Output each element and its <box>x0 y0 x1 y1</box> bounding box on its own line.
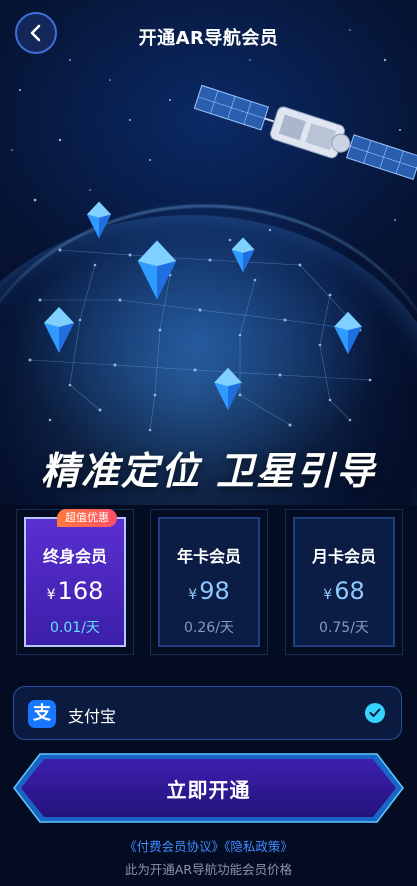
plan-card-monthly[interactable]: 月卡会员 ¥68 0.75/天 <box>285 509 403 655</box>
location-pin-icon <box>137 240 177 300</box>
price-value: 98 <box>199 577 230 605</box>
location-pin-icon <box>214 367 242 411</box>
price-value: 68 <box>334 577 365 605</box>
promo-badge: 超值优惠 <box>57 509 117 527</box>
agreement-links[interactable]: 《付费会员协议》《隐私政策》 <box>0 836 417 855</box>
currency-symbol: ¥ <box>323 587 333 603</box>
price-value: 168 <box>57 577 104 605</box>
plan-card-lifetime[interactable]: 终身会员 ¥168 0.01/天 <box>16 509 134 655</box>
plan-name: 年卡会员 <box>176 547 241 566</box>
payment-method-alipay[interactable]: 支 支付宝 <box>13 686 402 740</box>
hero-banner: 精准定位 卫星引导 <box>0 0 417 505</box>
price-footnote: 此为开通AR导航功能会员价格 <box>124 862 293 877</box>
plan-name: 月卡会员 <box>311 547 376 566</box>
plan-card-yearly[interactable]: 年卡会员 ¥98 0.26/天 <box>150 509 268 655</box>
location-pin-icon <box>334 311 362 355</box>
checkmark-icon[interactable] <box>365 703 385 723</box>
location-pin-icon <box>44 307 74 353</box>
top-bar: 开通AR导航会员 <box>0 0 417 72</box>
plan-price: ¥168 <box>26 577 124 605</box>
plan-name: 终身会员 <box>42 547 107 566</box>
currency-symbol: ¥ <box>46 587 56 603</box>
page-title: 开通AR导航会员 <box>138 28 279 49</box>
subscribe-button[interactable]: 立即开通 <box>10 750 407 826</box>
currency-symbol: ¥ <box>188 587 198 603</box>
location-pin-icon <box>231 237 255 273</box>
plan-per-day: 0.75/天 <box>319 620 369 636</box>
hero-slogan: 精准定位 卫星引导 <box>40 449 377 493</box>
payment-method-label: 支付宝 <box>68 707 117 726</box>
plan-options: 终身会员 ¥168 0.01/天 年卡会员 ¥98 0.26/天 月卡会员 ¥6… <box>0 505 417 665</box>
cta-label: 立即开通 <box>166 778 251 802</box>
plan-per-day: 0.26/天 <box>184 620 234 636</box>
plan-price: ¥98 <box>160 577 258 605</box>
alipay-icon: 支 <box>28 700 56 728</box>
plan-price: ¥68 <box>295 577 393 605</box>
satellite-illustration <box>193 84 417 180</box>
plan-per-day: 0.01/天 <box>50 620 100 636</box>
location-pin-icon <box>87 201 111 239</box>
